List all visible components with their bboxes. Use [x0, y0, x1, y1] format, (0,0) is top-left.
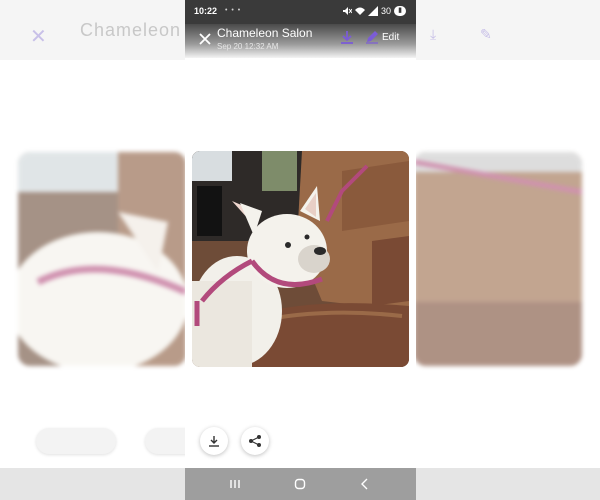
- album-title: Chameleon Salon: [217, 26, 313, 40]
- back-button[interactable]: [355, 475, 375, 493]
- download-icon: [209, 436, 219, 447]
- phone-screen: 10:22 • • • 30 ▮ Chameleon Salon Sep 20 …: [185, 0, 416, 500]
- close-button[interactable]: [195, 30, 215, 50]
- status-time: 10:22: [194, 6, 218, 16]
- backdrop-photo-right: [414, 152, 582, 366]
- battery-percent: 30: [380, 6, 391, 16]
- download-button[interactable]: [338, 28, 356, 46]
- backdrop-download-pill: [36, 428, 116, 454]
- status-right-group: 30 ▮: [342, 6, 406, 16]
- notification-icons: • • •: [225, 7, 242, 14]
- recents-icon: [230, 480, 240, 488]
- home-icon: [294, 478, 306, 490]
- pencil-icon: [366, 31, 378, 44]
- wifi-icon: [354, 7, 365, 15]
- battery-icon: ▮: [394, 6, 406, 16]
- backdrop-edit-icon: ✎: [480, 26, 492, 42]
- home-button[interactable]: [290, 475, 310, 493]
- edit-label: Edit: [382, 31, 400, 43]
- viewer-top-bar: Chameleon Salon Sep 20 12:32 AM Edit: [185, 24, 416, 58]
- share-button[interactable]: [241, 427, 269, 455]
- system-nav-bar: [185, 468, 416, 500]
- dog-photo: [192, 151, 409, 367]
- backdrop-close-icon: ✕: [30, 26, 47, 48]
- signal-icon: [367, 6, 378, 16]
- backdrop-photo-left: [18, 152, 186, 366]
- back-icon: [361, 478, 368, 490]
- backdrop-download-icon: ⤓: [430, 26, 437, 42]
- mute-icon: [342, 7, 352, 15]
- download-icon: [341, 31, 353, 44]
- recents-button[interactable]: [225, 475, 245, 493]
- share-icon: [249, 435, 261, 447]
- photo-date: Sep 20 12:32 AM: [217, 42, 279, 51]
- photo-view[interactable]: [192, 151, 409, 367]
- status-bar: 10:22 • • • 30 ▮: [185, 0, 416, 24]
- download-action-button[interactable]: [200, 427, 228, 455]
- edit-button[interactable]: Edit: [365, 28, 399, 46]
- close-icon: [199, 33, 211, 45]
